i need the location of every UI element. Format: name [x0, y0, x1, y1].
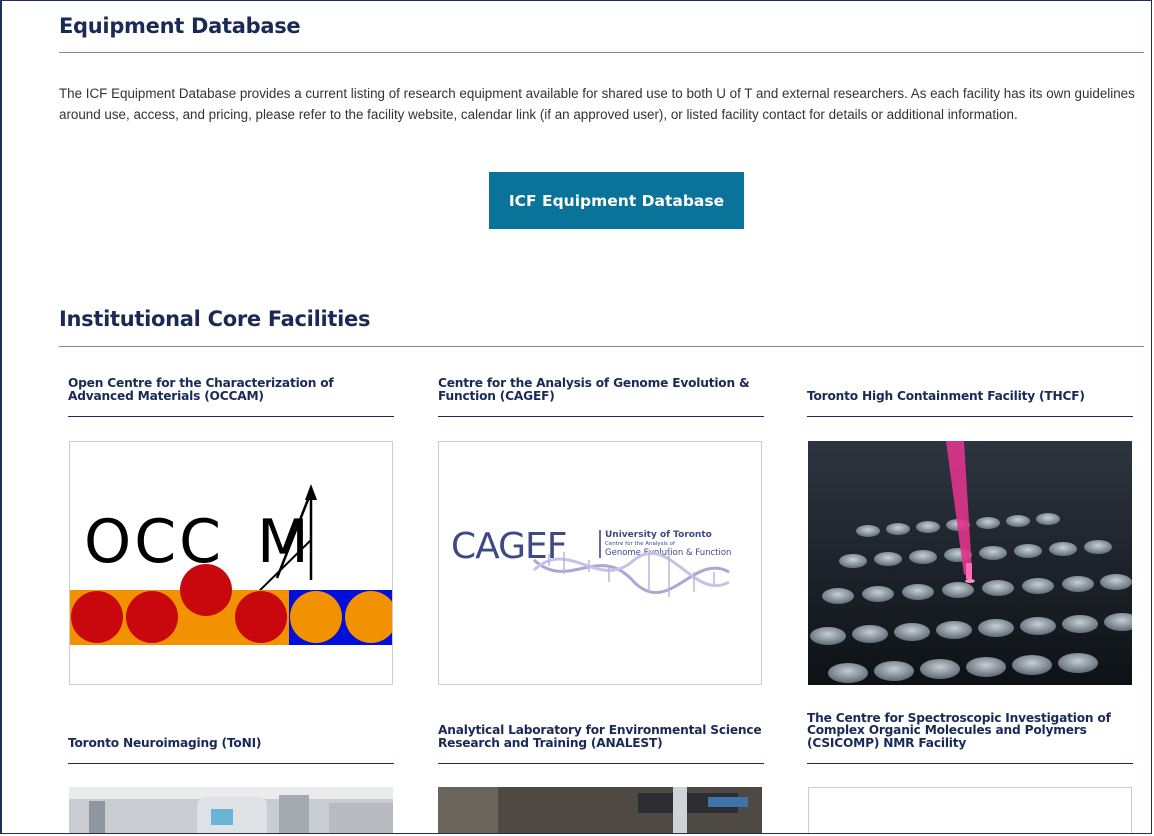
card-title-toni[interactable]: Toronto Neuroimaging (ToNI) — [68, 709, 394, 764]
icf-equipment-database-button[interactable]: ICF Equipment Database — [489, 172, 744, 229]
card-title-cagef[interactable]: Centre for the Analysis of Genome Evolut… — [438, 368, 764, 417]
card-title-csicomp[interactable]: The Centre for Spectroscopic Investigati… — [807, 709, 1133, 764]
cagef-logo-image[interactable]: CAGEF University of Toronto Centre for t… — [438, 441, 762, 685]
page-frame: Equipment Database The ICF Equipment Dat… — [0, 0, 1152, 834]
equipment-intro-text: The ICF Equipment Database provides a cu… — [59, 86, 1135, 122]
thcf-photo-graphic — [808, 441, 1132, 685]
icf-heading: Institutional Core Facilities — [59, 307, 371, 331]
analest-photo[interactable] — [438, 787, 762, 833]
card-title-occam[interactable]: Open Centre for the Characterization of … — [68, 368, 394, 417]
occam-logo-graphic — [70, 484, 392, 645]
thcf-lab-photo[interactable] — [808, 441, 1132, 685]
icf-section-header: Institutional Core Facilities — [59, 305, 1144, 347]
dna-helix-graphic — [532, 547, 730, 597]
csicomp-image[interactable] — [808, 787, 1132, 833]
toni-photo-graphic — [69, 787, 393, 833]
equipment-section-header: Equipment Database — [59, 14, 1144, 53]
toni-photo[interactable] — [69, 787, 393, 833]
card-title-thcf[interactable]: Toronto High Containment Facility (THCF) — [807, 368, 1133, 417]
analest-photo-graphic — [438, 787, 762, 833]
equipment-heading: Equipment Database — [59, 14, 301, 38]
card-title-analest[interactable]: Analytical Laboratory for Environmental … — [438, 709, 764, 764]
occam-logo-image[interactable]: OCC M — [69, 441, 393, 685]
